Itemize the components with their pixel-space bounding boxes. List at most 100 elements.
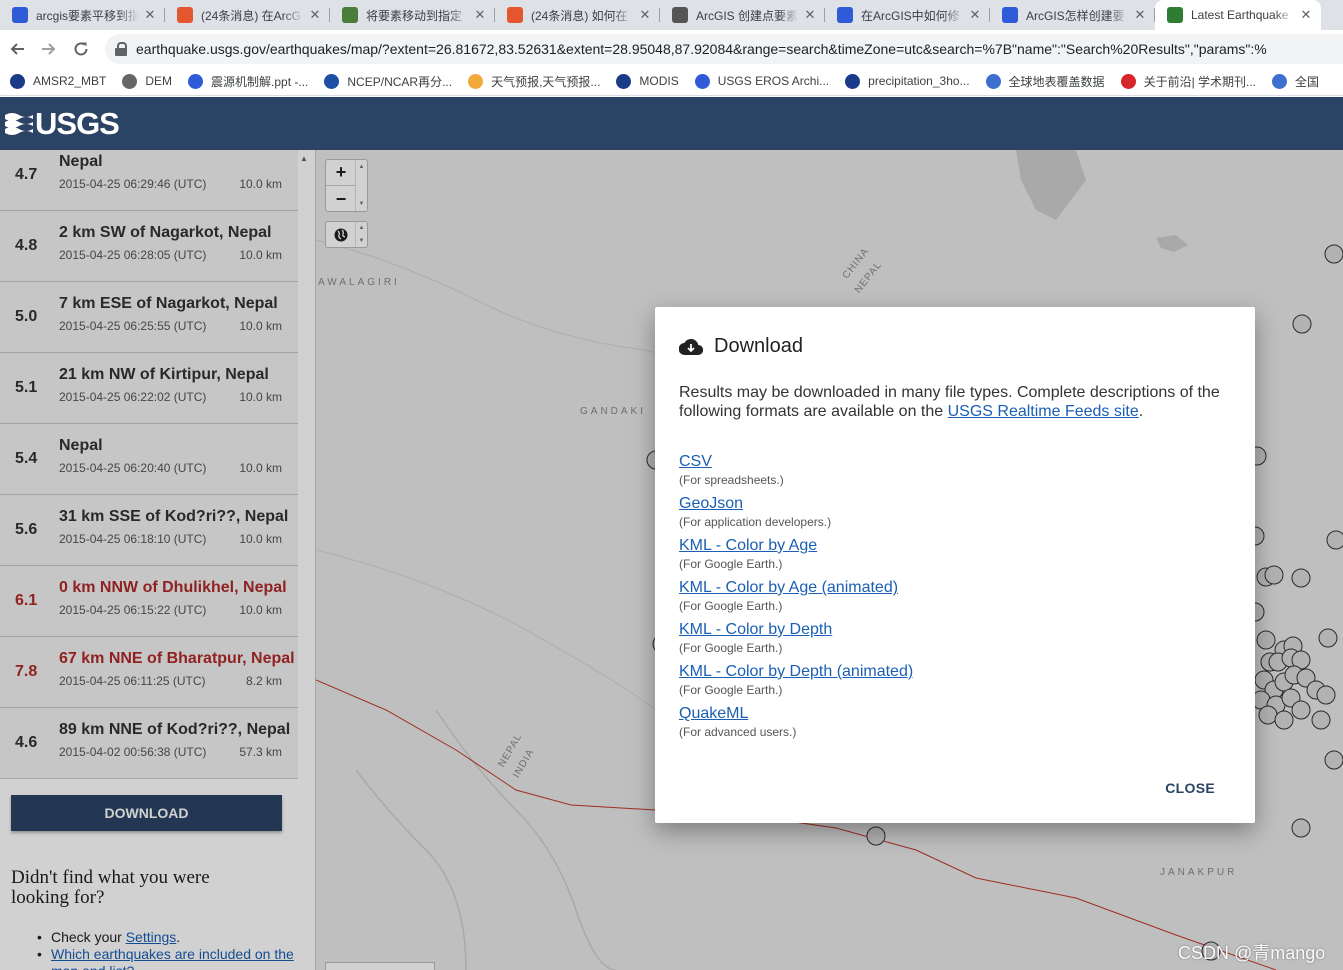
bookmark-item[interactable]: 天气预报,天气预报... [468, 73, 600, 90]
watermark: CSDN @青mango [1178, 943, 1326, 963]
tab-title: (24条消息) 如何在 [531, 8, 628, 23]
bookmark-item[interactable]: DEM [122, 73, 172, 89]
bookmark-label: NCEP/NCAR再分... [347, 74, 453, 89]
paw-icon [12, 7, 28, 23]
close-tab-icon[interactable]: ✕ [473, 7, 487, 23]
paw-icon [837, 7, 853, 23]
format-item: KML - Color by Depth (animated) (For Goog… [679, 662, 1231, 704]
bookmark-favicon-icon [324, 73, 340, 89]
browser-tab[interactable]: ArcGIS 创建点要素 ✕ [660, 0, 825, 30]
arrow-left-icon [10, 42, 24, 55]
browser-tab[interactable]: (24条消息) 如何在 ✕ [495, 0, 660, 30]
address-bar[interactable]: earthquake.usgs.gov/earthquakes/map/?ext… [105, 33, 1343, 64]
bookmark-item[interactable]: 关于前沿| 学术期刊... [1120, 73, 1257, 90]
tab-title: 在ArcGIS中如何修 [861, 8, 960, 23]
bookmark-item[interactable]: MODIS [616, 73, 679, 89]
tab-title: 将要素移动到指定 [366, 8, 463, 23]
close-tab-icon[interactable]: ✕ [143, 7, 157, 23]
globe-icon [342, 7, 358, 23]
browser-toolbar: earthquake.usgs.gov/earthquakes/map/?ext… [0, 30, 1343, 67]
format-link[interactable]: KML - Color by Depth [679, 620, 1231, 640]
format-note: (For Google Earth.) [679, 683, 783, 697]
bookmark-item[interactable]: 全球地表覆盖数据 [985, 73, 1105, 90]
format-note: (For Google Earth.) [679, 599, 783, 613]
close-tab-icon[interactable]: ✕ [1133, 7, 1147, 23]
bookmark-item[interactable]: NCEP/NCAR再分... [324, 73, 452, 90]
download-dialog: Download Results may be downloaded in ma… [655, 307, 1255, 823]
bookmark-item[interactable]: 全国 [1272, 73, 1319, 90]
format-item: QuakeML (For advanced users.) [679, 704, 1231, 746]
tab-title: Latest Earthquake [1191, 8, 1289, 22]
format-link[interactable]: KML - Color by Depth (animated) [679, 662, 1231, 682]
close-tab-icon[interactable]: ✕ [968, 7, 982, 23]
bookmark-label: 震源机制解.ppt -... [211, 74, 309, 89]
format-list: CSV (For spreadsheets.) GeoJson (For applic… [679, 452, 1231, 746]
tab-title: arcgis要素平移到指 [36, 8, 139, 23]
format-link[interactable]: KML - Color by Age [679, 536, 1231, 556]
dialog-title: Download [679, 335, 803, 358]
dialog-title-text: Download [714, 335, 803, 357]
reload-button[interactable] [65, 33, 97, 65]
bookmark-label: 全球地表覆盖数据 [1008, 74, 1105, 89]
format-note: (For application developers.) [679, 515, 832, 529]
back-button[interactable] [1, 33, 33, 65]
bookmark-favicon-icon [1120, 73, 1136, 89]
bookmark-item[interactable]: AMSR2_MBT [10, 73, 107, 89]
bookmark-label: precipitation_3ho... [868, 74, 970, 88]
close-tab-icon[interactable]: ✕ [308, 7, 322, 23]
close-tab-icon[interactable]: ✕ [803, 7, 817, 23]
site-header: USGS [0, 97, 1343, 150]
usgs-logo[interactable]: USGS [5, 105, 120, 142]
c-icon [507, 7, 523, 23]
browser-tab[interactable]: ArcGIS怎样创建要 ✕ [990, 0, 1155, 30]
tab-title: (24条消息) 在ArcG [201, 8, 302, 23]
bookmark-label: USGS EROS Archi... [717, 74, 830, 88]
bookmark-label: AMSR2_MBT [33, 74, 107, 88]
bookmark-item[interactable]: precipitation_3ho... [845, 73, 970, 89]
browser-tab[interactable]: arcgis要素平移到指 ✕ [0, 0, 165, 30]
usgs-logo-text: USGS [35, 105, 120, 141]
format-note: (For advanced users.) [679, 725, 797, 739]
bookmarks-bar: AMSR2_MBT DEM 震源机制解.ppt -... NCEP/NCAR再分...… [0, 67, 1343, 96]
browser-tab[interactable]: 在ArcGIS中如何修 ✕ [825, 0, 990, 30]
format-link[interactable]: KML - Color by Age (animated) [679, 578, 1231, 598]
forward-button[interactable] [33, 33, 65, 65]
tab-title: ArcGIS 创建点要素 [696, 8, 799, 23]
close-button[interactable]: CLOSE [1165, 780, 1215, 796]
bookmark-label: 天气预报,天气预报... [491, 74, 601, 89]
format-item: KML - Color by Age (For Google Earth.) [679, 536, 1231, 578]
bookmark-favicon-icon [985, 73, 1001, 89]
close-tab-icon[interactable]: ✕ [638, 7, 652, 23]
tab-title: ArcGIS怎样创建要 [1026, 8, 1125, 23]
bookmark-favicon-icon [122, 73, 138, 89]
format-link[interactable]: QuakeML [679, 704, 1231, 724]
format-link[interactable]: GeoJson [679, 494, 1231, 514]
browser-tab[interactable]: Latest Earthquake ✕ [1155, 0, 1321, 30]
browser-tab-strip: arcgis要素平移到指 ✕ (24条消息) 在ArcG ✕ 将要素移动到指定 ✕ (24条… [0, 0, 1343, 30]
globe-icon [672, 7, 688, 23]
format-note: (For Google Earth.) [679, 557, 783, 571]
realtime-feeds-link[interactable]: USGS Realtime Feeds site [948, 403, 1139, 420]
url-text: earthquake.usgs.gov/earthquakes/map/?ext… [136, 40, 1267, 57]
format-item: GeoJson (For application developers.) [679, 494, 1231, 536]
format-link[interactable]: CSV [679, 452, 1231, 472]
paw-icon [1002, 7, 1018, 23]
bookmark-label: MODIS [639, 74, 679, 88]
bookmark-favicon-icon [1272, 73, 1288, 89]
bookmark-favicon-icon [468, 73, 484, 89]
bookmark-favicon-icon [188, 73, 204, 89]
browser-tab[interactable]: 将要素移动到指定 ✕ [330, 0, 495, 30]
bookmark-favicon-icon [616, 73, 632, 89]
bookmark-item[interactable]: USGS EROS Archi... [694, 73, 830, 89]
reload-icon [74, 41, 88, 55]
lock-icon [115, 41, 127, 56]
format-note: (For spreadsheets.) [679, 473, 784, 487]
format-item: KML - Color by Depth (For Google Earth.) [679, 620, 1231, 662]
bookmark-label: 关于前沿| 学术期刊... [1143, 74, 1257, 89]
dialog-description: Results may be downloaded in many file t… [679, 384, 1220, 420]
usgs-waves-icon [5, 112, 33, 135]
bookmark-item[interactable]: 震源机制解.ppt -... [188, 73, 308, 90]
browser-tab[interactable]: (24条消息) 在ArcG ✕ [165, 0, 330, 30]
close-tab-icon[interactable]: ✕ [1299, 7, 1313, 23]
bookmark-favicon-icon [694, 73, 710, 89]
